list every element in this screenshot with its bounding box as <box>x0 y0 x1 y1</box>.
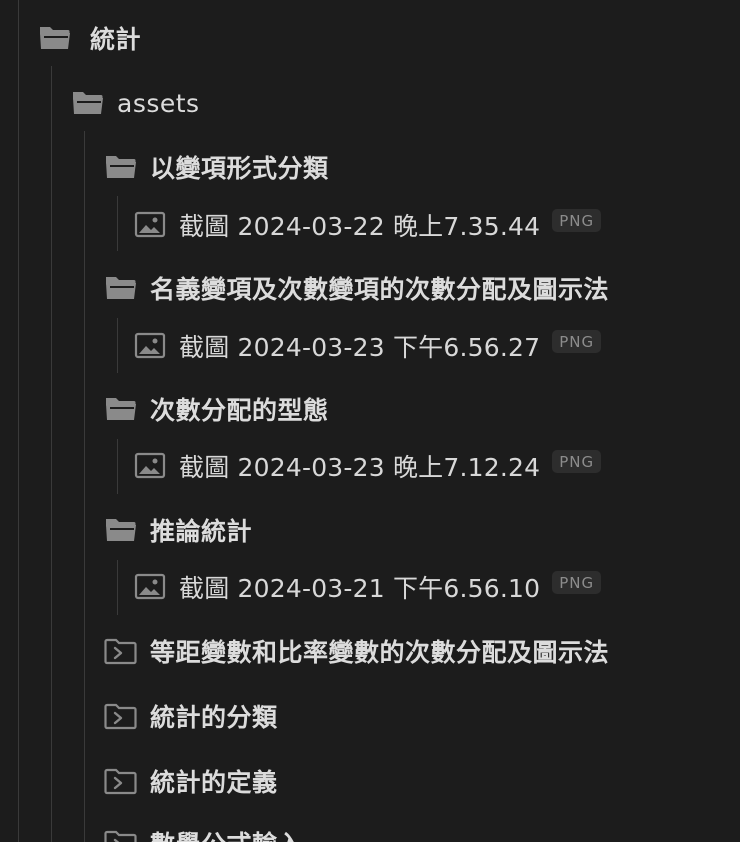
indent-guide-stats <box>51 66 52 842</box>
file-type-badge: PNG <box>552 570 602 594</box>
file-row[interactable]: 截圖 2024-03-21 下午6.56.10 PNG <box>134 567 602 607</box>
folder-row-collapsed[interactable]: 統計的分類 <box>104 696 278 736</box>
file-type-badge: PNG <box>552 449 602 473</box>
file-name: 截圖 2024-03-23 下午6.56.27 <box>179 333 541 362</box>
folder-collapsed-icon <box>104 703 137 730</box>
file-name: 截圖 2024-03-22 晚上7.35.44 <box>179 212 541 241</box>
folder-row-group[interactable]: 以變項形式分類 <box>104 147 329 187</box>
folder-collapsed-icon <box>104 768 137 795</box>
file-row[interactable]: 截圖 2024-03-23 晚上7.12.24 PNG <box>134 446 602 486</box>
image-icon <box>134 211 166 238</box>
file-name: 截圖 2024-03-21 下午6.56.10 <box>179 574 541 603</box>
image-icon <box>134 573 166 600</box>
indent-guide-root <box>18 0 19 842</box>
folder-label: 統計的分類 <box>150 703 278 732</box>
indent-guide-group-1 <box>117 196 118 251</box>
indent-guide-group-2 <box>117 318 118 373</box>
folder-label: assets <box>117 88 200 118</box>
file-type-badge: PNG <box>552 329 602 353</box>
image-icon <box>134 332 166 359</box>
folder-row-collapsed[interactable]: 等距變數和比率變數的次數分配及圖示法 <box>104 631 609 671</box>
folder-open-icon <box>73 92 103 114</box>
file-tree: 統計 assets 以變項形式分類 截圖 2024-03-22 晚上7.35.4… <box>0 0 740 842</box>
image-icon <box>134 452 166 479</box>
folder-open-icon <box>106 398 136 420</box>
file-row[interactable]: 截圖 2024-03-22 晚上7.35.44 PNG <box>134 205 602 245</box>
folder-open-icon <box>106 277 136 299</box>
folder-open-icon <box>106 519 136 541</box>
folder-label: 名義變項及次數變項的次數分配及圖示法 <box>150 275 610 304</box>
folder-label: 次數分配的型態 <box>150 396 329 425</box>
folder-row-collapsed[interactable]: 統計的定義 <box>104 761 278 801</box>
folder-row-group[interactable]: 名義變項及次數變項的次數分配及圖示法 <box>104 268 609 308</box>
indent-guide-group-4 <box>117 560 118 615</box>
folder-row-collapsed[interactable]: 數學公式輸入 <box>104 823 303 842</box>
folder-collapsed-icon <box>104 830 137 842</box>
folder-label: 推論統計 <box>150 517 253 546</box>
folder-label: 數學公式輸入 <box>150 825 303 842</box>
folder-row-group[interactable]: 推論統計 <box>104 510 252 550</box>
folder-row-assets[interactable]: assets <box>71 83 200 123</box>
folder-row-stats[interactable]: 統計 <box>38 18 141 58</box>
folder-row-group[interactable]: 次數分配的型態 <box>104 389 329 429</box>
folder-label: 統計的定義 <box>150 768 278 797</box>
indent-guide-group-3 <box>117 439 118 494</box>
folder-label: 以變項形式分類 <box>150 154 329 183</box>
file-row[interactable]: 截圖 2024-03-23 下午6.56.27 PNG <box>134 326 602 366</box>
file-name: 截圖 2024-03-23 晚上7.12.24 <box>179 453 541 482</box>
folder-label: 等距變數和比率變數的次數分配及圖示法 <box>150 638 610 667</box>
file-type-badge: PNG <box>552 208 602 232</box>
folder-open-icon <box>40 27 70 49</box>
indent-guide-assets <box>84 131 85 842</box>
folder-open-icon <box>106 156 136 178</box>
folder-label: 統計 <box>90 25 142 54</box>
folder-collapsed-icon <box>104 638 137 665</box>
